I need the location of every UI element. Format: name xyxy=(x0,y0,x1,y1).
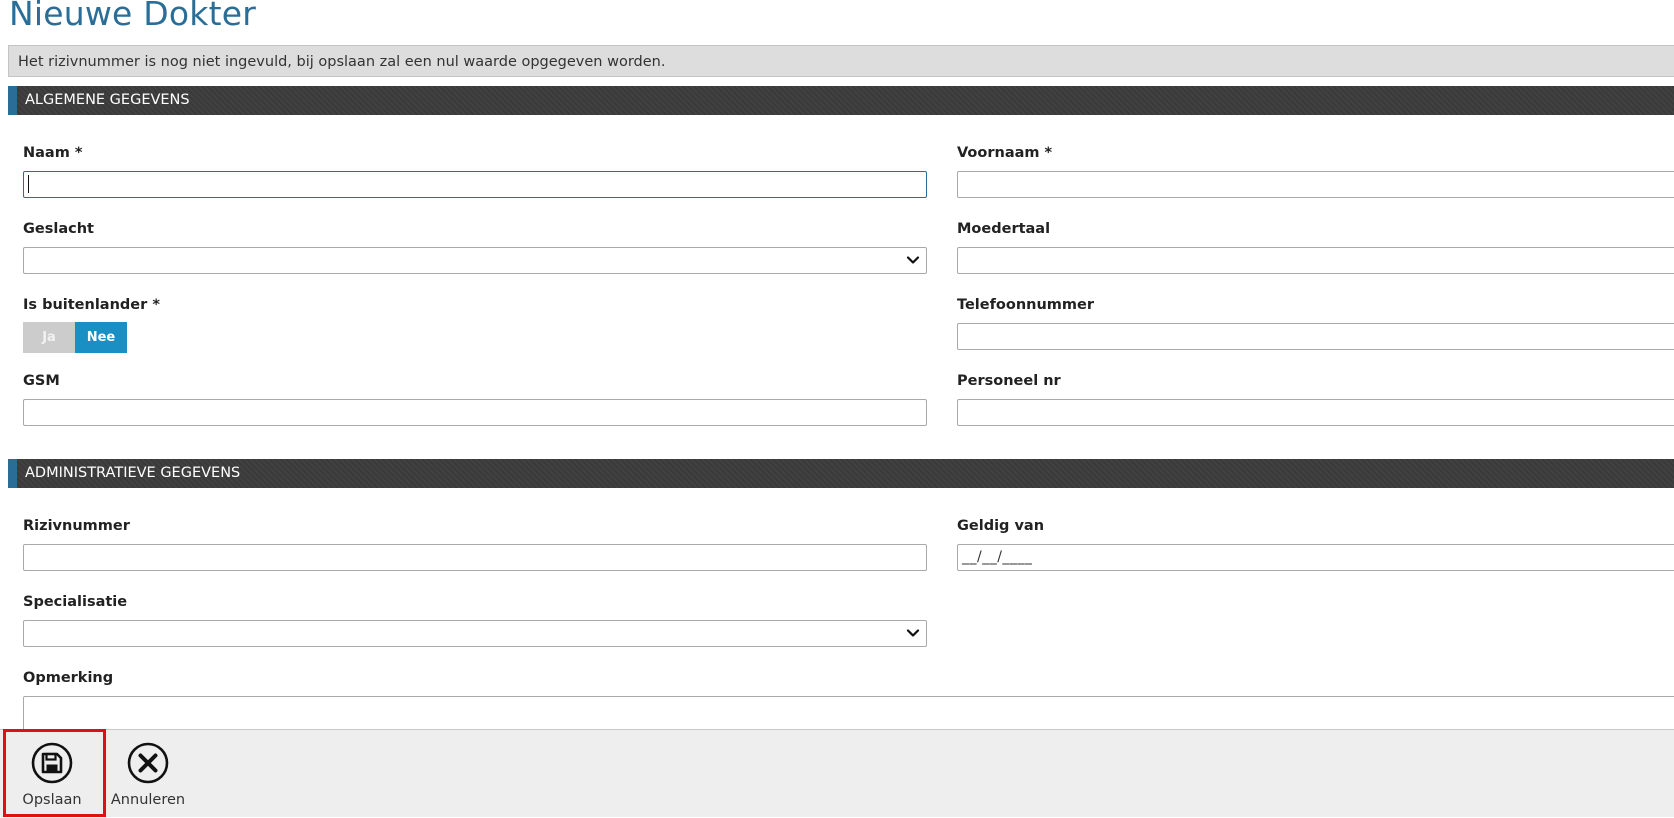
save-button-highlight xyxy=(3,729,106,817)
voornaam-input[interactable] xyxy=(957,171,1674,198)
moedertaal-input[interactable] xyxy=(957,247,1674,274)
naam-label: Naam * xyxy=(23,145,83,161)
chevron-down-icon xyxy=(906,256,920,264)
section-header-administratieve-gegevens: ADMINISTRATIEVE GEGEVENS xyxy=(8,459,1674,488)
buitenlander-label: Is buitenlander * xyxy=(23,297,160,313)
opmerking-label: Opmerking xyxy=(23,670,114,686)
moedertaal-label: Moedertaal xyxy=(957,221,1051,237)
cancel-button[interactable]: Annuleren xyxy=(109,730,187,818)
geldig-van-input[interactable]: __/__/____ xyxy=(957,544,1674,571)
page-title: Nieuwe Dokter xyxy=(9,0,256,33)
geldig-van-label: Geldig van xyxy=(957,518,1045,534)
gsm-label: GSM xyxy=(23,373,60,389)
telefoonnummer-label: Telefoonnummer xyxy=(957,297,1095,313)
rizivnummer-label: Rizivnummer xyxy=(23,518,130,534)
bottom-toolbar: Opslaan Annuleren xyxy=(0,729,1674,817)
toggle-option-nee[interactable]: Nee xyxy=(75,322,127,353)
text-cursor xyxy=(28,175,29,193)
rizivnummer-input[interactable] xyxy=(23,544,927,571)
telefoonnummer-input[interactable] xyxy=(957,323,1674,350)
close-circle-icon xyxy=(127,742,169,784)
voornaam-label: Voornaam * xyxy=(957,145,1053,161)
buitenlander-toggle[interactable]: Ja Nee xyxy=(23,322,127,353)
geslacht-select[interactable] xyxy=(23,247,927,274)
personeel-nr-label: Personeel nr xyxy=(957,373,1061,389)
geslacht-label: Geslacht xyxy=(23,221,94,237)
naam-input[interactable] xyxy=(23,171,927,198)
section-header-algemene-gegevens: ALGEMENE GEGEVENS xyxy=(8,86,1674,115)
specialisatie-select[interactable] xyxy=(23,620,927,647)
gsm-input[interactable] xyxy=(23,399,927,426)
rizivnummer-notice: Het rizivnummer is nog niet ingevuld, bi… xyxy=(8,45,1674,77)
date-mask: __/__/____ xyxy=(962,549,1033,565)
personeel-nr-input[interactable] xyxy=(957,399,1674,426)
chevron-down-icon xyxy=(906,629,920,637)
cancel-button-label: Annuleren xyxy=(110,792,186,808)
specialisatie-label: Specialisatie xyxy=(23,594,128,610)
toggle-option-ja[interactable]: Ja xyxy=(23,322,75,353)
